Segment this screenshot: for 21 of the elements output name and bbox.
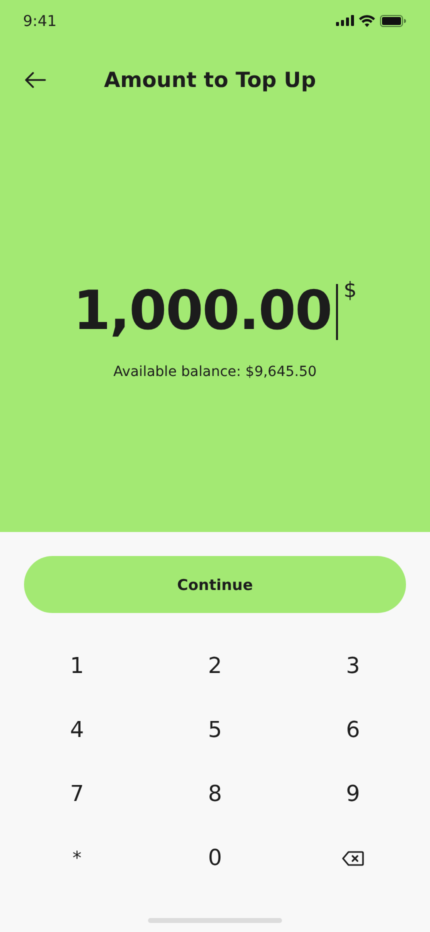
digit-key[interactable]: 5 [198, 714, 232, 746]
digit-key[interactable]: 8 [198, 778, 232, 810]
continue-button[interactable]: Continue [24, 556, 406, 613]
digit-key[interactable]: 9 [336, 778, 370, 810]
digit-key[interactable]: 3 [336, 650, 370, 682]
digit-key[interactable]: 0 [198, 842, 232, 874]
backspace-icon[interactable] [342, 850, 364, 866]
wifi-icon [359, 14, 375, 26]
digit-key[interactable]: 7 [60, 778, 94, 810]
signal-icon [336, 15, 354, 26]
battery-icon [380, 14, 406, 26]
status-time: 9:41 [23, 12, 57, 30]
digit-key[interactable]: 6 [336, 714, 370, 746]
currency-symbol: $ [344, 278, 357, 302]
amount-value: 1,000.00 [73, 278, 332, 344]
digit-key[interactable]: 1 [60, 650, 94, 682]
screen-title: Amount to Top Up [103, 68, 317, 92]
digit-key[interactable]: 4 [60, 714, 94, 746]
available-balance: Available balance: $9,645.50 [113, 364, 317, 380]
digit-key[interactable]: 2 [198, 650, 232, 682]
symbol-key[interactable]: * [62, 844, 92, 872]
